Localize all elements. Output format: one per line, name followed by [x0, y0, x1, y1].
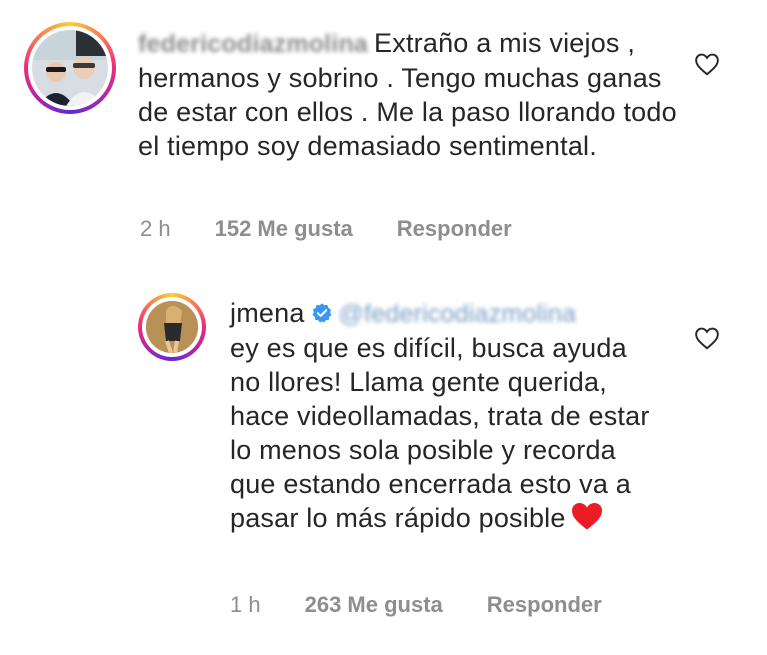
- comment-time: 1 h: [230, 592, 261, 617]
- comment-meta: 2 h 152 Me gusta Responder: [140, 216, 512, 242]
- comment-body: federicodiazmolina Extraño a mis viejos ,…: [138, 26, 678, 163]
- comment-username[interactable]: federicodiazmolina: [138, 30, 368, 58]
- heart-outline-icon[interactable]: [694, 326, 720, 350]
- comment-likes[interactable]: 152 Me gusta: [215, 216, 353, 242]
- comment-username[interactable]: jmena: [230, 298, 305, 328]
- avatar[interactable]: [138, 293, 206, 361]
- comment-body: jmena @federicodiazmolina ey es que es d…: [230, 296, 650, 535]
- comment-item: federicodiazmolina Extraño a mis viejos ,…: [0, 0, 767, 260]
- reply-button[interactable]: Responder: [397, 216, 512, 242]
- red-heart-emoji-icon: [571, 503, 602, 530]
- reply-button[interactable]: Responder: [487, 592, 602, 618]
- comment-time: 2 h: [140, 216, 171, 241]
- reply-comment-item: jmena @federicodiazmolina ey es que es d…: [0, 270, 767, 655]
- comment-likes[interactable]: 263 Me gusta: [305, 592, 443, 618]
- verified-badge-icon: [312, 303, 332, 323]
- avatar-photo: [32, 30, 108, 106]
- mention-link[interactable]: @federicodiazmolina: [339, 300, 577, 328]
- comment-meta: 1 h 263 Me gusta Responder: [230, 592, 602, 618]
- heart-outline-icon[interactable]: [694, 52, 720, 76]
- avatar[interactable]: [24, 22, 116, 114]
- avatar-photo: [146, 301, 198, 353]
